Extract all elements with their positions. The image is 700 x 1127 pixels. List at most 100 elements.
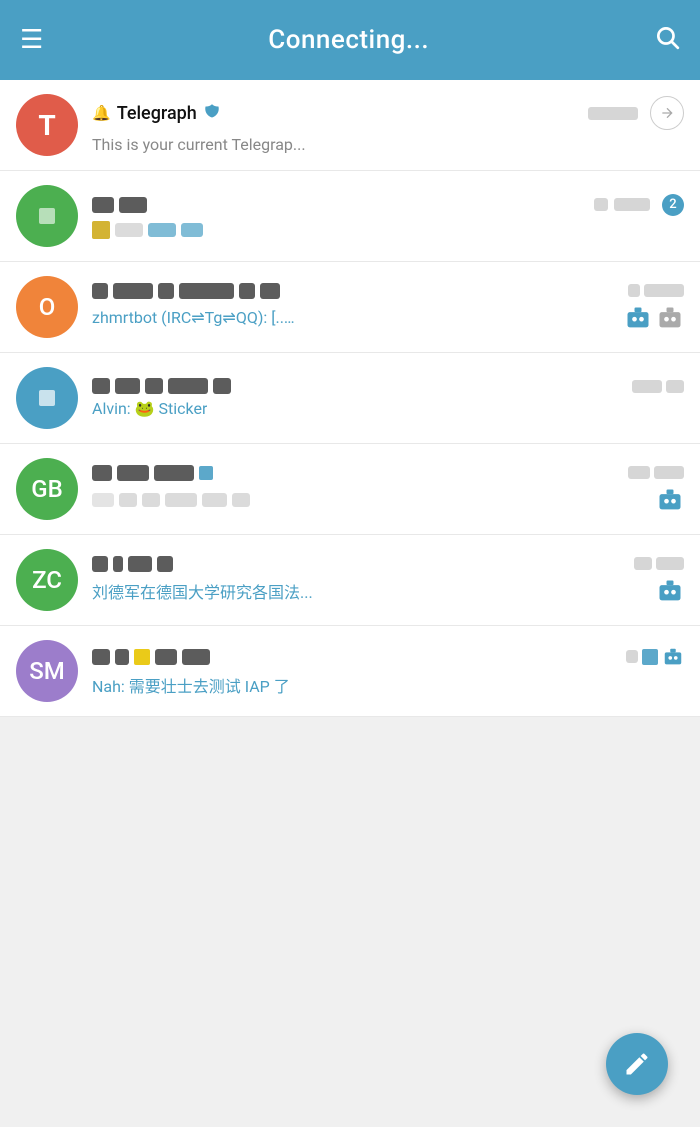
chat-header bbox=[92, 465, 684, 481]
chat-content: Nah: 需要壮士去测试 IAP 了 bbox=[92, 646, 684, 697]
blur-block bbox=[260, 283, 280, 299]
blur-block bbox=[145, 378, 163, 394]
chat-header bbox=[92, 378, 684, 394]
chat-header bbox=[92, 646, 684, 668]
bot-icon2 bbox=[656, 304, 684, 332]
blur-block bbox=[92, 283, 108, 299]
blur-block bbox=[181, 223, 203, 237]
time-blur bbox=[626, 650, 638, 663]
compose-fab[interactable] bbox=[606, 1033, 668, 1095]
name-blurs bbox=[92, 378, 231, 394]
time-blur bbox=[656, 557, 684, 570]
preview-row: Alvin: 🐸 Sticker bbox=[92, 399, 684, 418]
chat-content: zhmrtbot (IRC⇌Tg⇌QQ): [..… bbox=[92, 283, 684, 332]
chat-preview: zhmrtbot (IRC⇌Tg⇌QQ): [..… bbox=[92, 308, 295, 327]
chat-preview: Nah: 需要壮士去测试 IAP 了 bbox=[92, 673, 290, 697]
blur-block bbox=[148, 223, 176, 237]
name-blurs bbox=[92, 465, 213, 481]
name-blurs bbox=[92, 197, 147, 213]
compose-icon bbox=[623, 1050, 651, 1078]
blur-block bbox=[92, 465, 112, 481]
avatar: GB bbox=[16, 458, 78, 520]
avatar-letter: O bbox=[39, 293, 56, 321]
chat-item[interactable]: Alvin: 🐸 Sticker bbox=[0, 353, 700, 444]
blur-block bbox=[113, 283, 153, 299]
blur-block bbox=[92, 197, 114, 213]
time-blur bbox=[588, 107, 638, 120]
chat-item[interactable]: SM Nah: 需要壮士去测试 IAP 了 bbox=[0, 626, 700, 717]
preview-blurs bbox=[92, 221, 203, 239]
avatar-letter: ZC bbox=[32, 566, 62, 594]
avatar: ZC bbox=[16, 549, 78, 611]
chat-item[interactable]: 2 bbox=[0, 171, 700, 262]
blur-block bbox=[117, 465, 149, 481]
avatar: O bbox=[16, 276, 78, 338]
avatar-letter: GB bbox=[31, 475, 63, 503]
blur-block bbox=[213, 378, 231, 394]
avatar-icon bbox=[39, 390, 55, 406]
chat-name-row: 🔔 Telegraph bbox=[92, 102, 588, 124]
blur-block bbox=[119, 493, 137, 507]
blur-block bbox=[158, 283, 174, 299]
blur-block bbox=[154, 465, 194, 481]
time-blur bbox=[632, 380, 662, 393]
chat-meta bbox=[628, 466, 684, 479]
blur-block bbox=[115, 378, 140, 394]
name-blurs bbox=[92, 649, 210, 665]
blur-block bbox=[157, 556, 173, 572]
search-icon[interactable] bbox=[654, 24, 680, 57]
name-blurs bbox=[92, 283, 280, 299]
blur-block bbox=[168, 378, 208, 394]
bot-icon bbox=[624, 304, 652, 332]
blur-block bbox=[92, 556, 108, 572]
blur-block bbox=[128, 556, 152, 572]
chat-header: 🔔 Telegraph bbox=[92, 96, 684, 130]
chat-header bbox=[92, 556, 684, 572]
avatar: T bbox=[16, 94, 78, 156]
preview-row bbox=[92, 486, 684, 514]
preview-row: This is your current Telegrap... bbox=[92, 135, 684, 154]
verified-badge bbox=[203, 102, 221, 124]
unread-badge: 2 bbox=[662, 194, 684, 216]
blur-block bbox=[115, 649, 129, 665]
time-blur bbox=[654, 466, 684, 479]
time-blur bbox=[644, 284, 684, 297]
preview-right bbox=[624, 304, 684, 332]
chat-meta bbox=[588, 96, 684, 130]
blur-block bbox=[92, 378, 110, 394]
blur-block bbox=[232, 493, 250, 507]
chat-meta bbox=[632, 380, 684, 393]
chat-item[interactable]: T 🔔 Telegraph This is y bbox=[0, 80, 700, 171]
preview-row: 刘德军在德国大学研究各国法... bbox=[92, 577, 684, 605]
preview-row: zhmrtbot (IRC⇌Tg⇌QQ): [..… bbox=[92, 304, 684, 332]
avatar: SM bbox=[16, 640, 78, 702]
color-block bbox=[199, 466, 213, 480]
chat-preview: Alvin: 🐸 Sticker bbox=[92, 399, 207, 418]
time-blur bbox=[628, 284, 640, 297]
chat-item[interactable]: ZC 刘德军在德国大学研究各国法... bbox=[0, 535, 700, 626]
blur-block bbox=[239, 283, 255, 299]
avatar-letter: T bbox=[38, 109, 55, 142]
chat-content bbox=[92, 465, 684, 514]
blur-block bbox=[165, 493, 197, 507]
hamburger-icon[interactable]: ☰ bbox=[20, 27, 43, 53]
preview-row bbox=[92, 221, 684, 239]
emoji-placeholder bbox=[92, 221, 110, 239]
avatar-icon bbox=[39, 208, 55, 224]
blur-block bbox=[115, 223, 143, 237]
mute-icon: 🔔 bbox=[92, 104, 111, 122]
chat-content: 2 bbox=[92, 194, 684, 239]
chat-item[interactable]: GB bbox=[0, 444, 700, 535]
chat-preview: This is your current Telegrap... bbox=[92, 135, 306, 154]
chat-item[interactable]: O zhmrtbot (IRC⇌Tg⇌QQ): [..… bbox=[0, 262, 700, 353]
chat-preview: 刘德军在德国大学研究各国法... bbox=[92, 579, 313, 603]
app-bar: ☰ Connecting... bbox=[0, 0, 700, 80]
color-block bbox=[134, 649, 150, 665]
blur-block bbox=[113, 556, 123, 572]
avatar bbox=[16, 185, 78, 247]
preview-blurs bbox=[92, 493, 250, 507]
chat-content: 🔔 Telegraph This is your current Telegra… bbox=[92, 96, 684, 154]
chat-content: 刘德军在德国大学研究各国法... bbox=[92, 556, 684, 605]
blur-block bbox=[179, 283, 234, 299]
blur-block bbox=[119, 197, 147, 213]
